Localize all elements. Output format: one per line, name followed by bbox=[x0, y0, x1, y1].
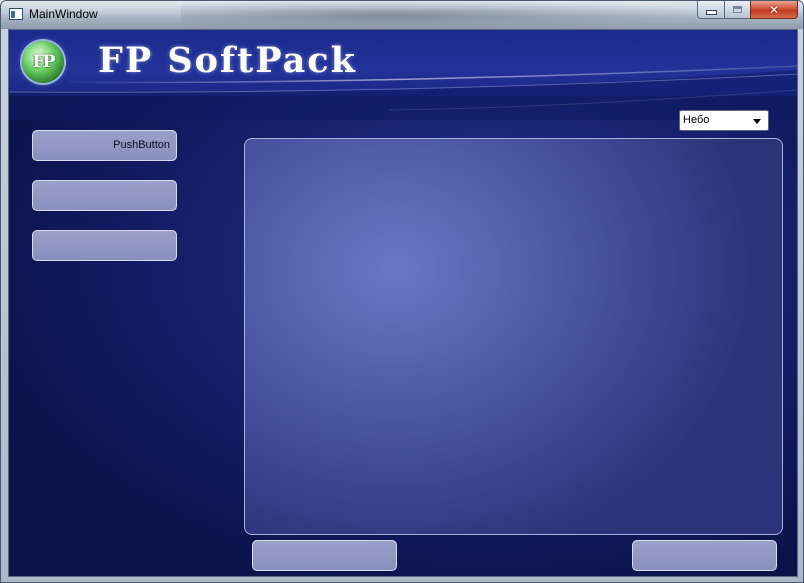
close-icon: ✕ bbox=[768, 2, 780, 17]
app-window-icon[interactable] bbox=[9, 8, 23, 20]
chevron-down-icon bbox=[753, 119, 761, 124]
main-window: MainWindow ✕ FP FP SoftPack PushButton Н… bbox=[0, 0, 804, 583]
minimize-icon bbox=[705, 9, 717, 15]
bottom-right-button[interactable] bbox=[632, 540, 777, 571]
title-bar-background bbox=[181, 1, 701, 29]
push-button-3[interactable] bbox=[32, 230, 177, 261]
fp-logo-letters: FP bbox=[32, 52, 56, 72]
push-button-2[interactable] bbox=[32, 180, 177, 211]
bottom-left-button[interactable] bbox=[252, 540, 397, 571]
theme-combobox[interactable]: Небо bbox=[679, 110, 769, 131]
fp-logo: FP bbox=[22, 41, 64, 83]
display-panel bbox=[244, 138, 783, 535]
window-title: MainWindow bbox=[29, 7, 98, 21]
theme-combobox-value: Небо bbox=[683, 114, 710, 126]
title-bar[interactable]: MainWindow ✕ bbox=[1, 1, 803, 29]
client-area: FP FP SoftPack PushButton Небо bbox=[8, 29, 798, 577]
close-button[interactable]: ✕ bbox=[750, 1, 798, 19]
brand-title: FP SoftPack bbox=[98, 40, 357, 81]
maximize-button[interactable] bbox=[724, 1, 751, 19]
minimize-button[interactable] bbox=[697, 1, 725, 19]
push-button-1[interactable]: PushButton bbox=[32, 130, 177, 161]
maximize-icon bbox=[733, 6, 742, 13]
